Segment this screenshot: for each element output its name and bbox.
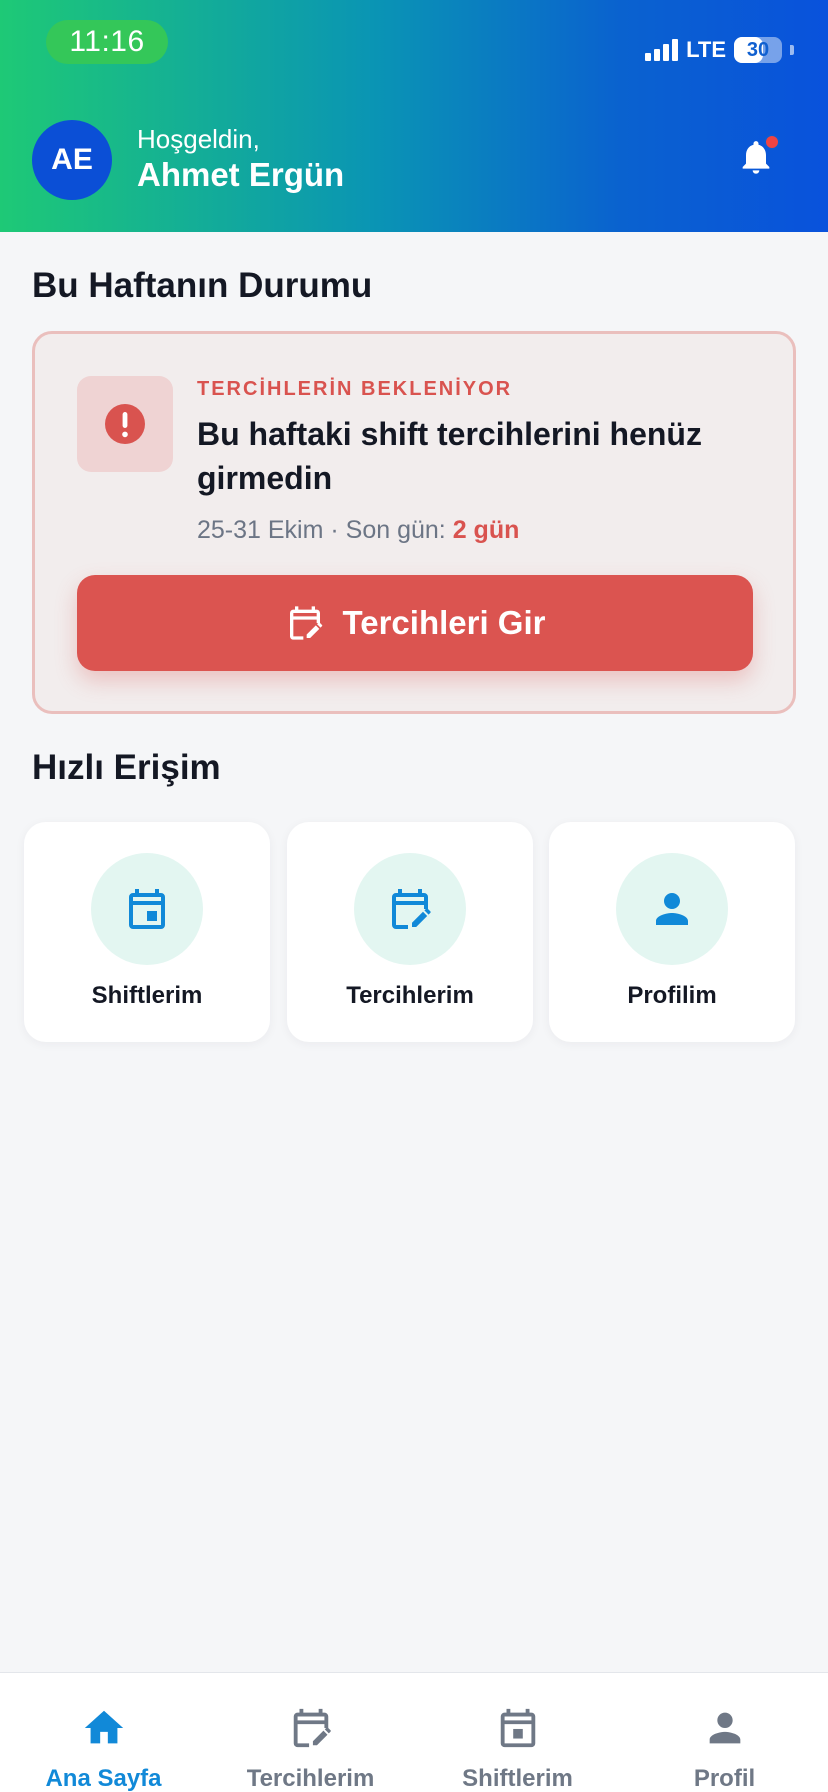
nav-item-profile[interactable]: Profil xyxy=(621,1673,828,1792)
enter-preferences-label: Tercihleri Gir xyxy=(342,604,546,641)
person-icon xyxy=(656,893,688,925)
quick-icon-circle xyxy=(354,853,466,965)
person-icon xyxy=(709,1712,740,1744)
nav-label: Shiftlerim xyxy=(462,1765,573,1792)
home-screen: 11:16 LTE 30 AE Hoşgeldin, Ahmet Ergün B… xyxy=(0,0,828,1792)
section-title-quick-access: Hızlı Erişim xyxy=(32,748,221,787)
network-label: LTE xyxy=(686,37,726,62)
alert-icon-box xyxy=(77,376,173,472)
notification-dot xyxy=(764,134,780,150)
status-indicators: LTE 30 xyxy=(645,34,794,66)
nav-item-shifts[interactable]: Shiftlerim xyxy=(414,1673,621,1792)
battery-icon: 30 xyxy=(734,37,782,63)
calendar-edit-icon xyxy=(293,1708,331,1748)
alert-meta: 25-31 Ekim · Son gün: 2 gün xyxy=(197,516,519,545)
quick-access-profile[interactable]: Profilim xyxy=(549,822,795,1042)
quick-access-shifts[interactable]: Shiftlerim xyxy=(24,822,270,1042)
quick-access-label: Tercihlerim xyxy=(346,982,474,1009)
calendar-icon xyxy=(500,1708,535,1748)
quick-access-label: Shiftlerim xyxy=(91,982,203,1009)
date-range: 25-31 Ekim · Son gün: xyxy=(197,516,453,544)
quick-access-preferences[interactable]: Tercihlerim xyxy=(287,822,533,1042)
section-title-week-status: Bu Haftanın Durumu xyxy=(32,266,373,305)
alert-circle-icon xyxy=(105,404,145,444)
quick-access-label: Profilim xyxy=(627,982,717,1009)
nav-label: Profil xyxy=(693,1765,756,1792)
nav-item-preferences[interactable]: Tercihlerim xyxy=(207,1673,414,1792)
nav-label: Tercihlerim xyxy=(246,1765,375,1792)
nav-label: Ana Sayfa xyxy=(45,1765,162,1792)
enter-preferences-button[interactable]: Tercihleri Gir xyxy=(77,575,753,671)
alert-badge: TERCİHLERİN BEKLENİYOR xyxy=(197,378,513,400)
nav-item-home[interactable]: Ana Sayfa xyxy=(0,1673,207,1792)
avatar[interactable]: AE xyxy=(32,120,112,200)
calendar-icon xyxy=(129,889,165,929)
app-header: 11:16 LTE 30 AE Hoşgeldin, Ahmet Ergün xyxy=(0,0,828,232)
bottom-navigation: Ana Sayfa Tercihlerim Shiftlerim Profil xyxy=(0,1672,828,1792)
status-time: 11:16 xyxy=(46,20,168,64)
deadline: 2 gün xyxy=(452,516,520,544)
alert-heading: Bu haftaki shift tercihlerini henüz girm… xyxy=(197,416,702,496)
quick-icon-circle xyxy=(91,853,203,965)
calendar-edit-icon xyxy=(289,606,322,640)
signal-icon xyxy=(645,39,679,61)
home-icon xyxy=(84,1710,123,1744)
user-name: Ahmet Ergün xyxy=(137,156,345,193)
calendar-edit-icon xyxy=(392,889,431,929)
greeting-text: Hoşgeldin, xyxy=(137,124,260,154)
quick-icon-circle xyxy=(616,853,728,965)
preference-alert-card: TERCİHLERİN BEKLENİYOR Bu haftaki shift … xyxy=(32,331,796,714)
battery-level: 30 xyxy=(746,38,770,61)
